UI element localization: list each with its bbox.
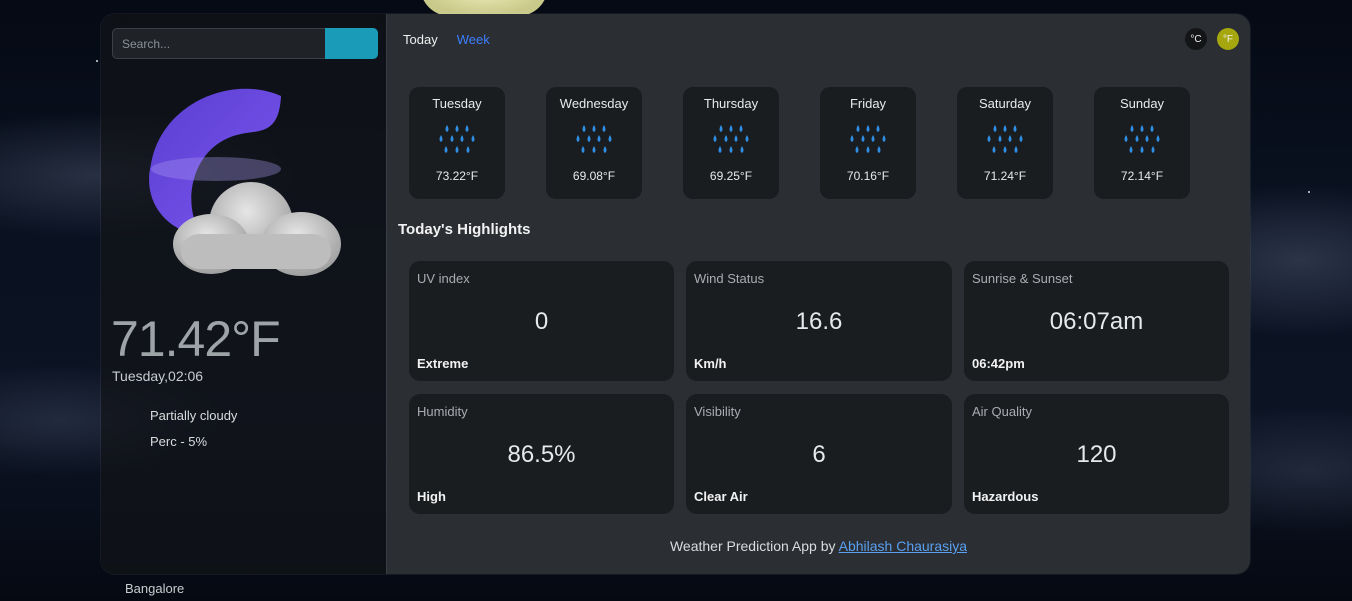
day-temp: 71.24°F (983, 169, 1027, 183)
highlight-value: 06:07am (1049, 308, 1144, 335)
highlight-card: Wind Status 16.6 Km/h (686, 261, 952, 381)
view-tabs: Today Week (403, 32, 490, 47)
rain-icon (439, 125, 475, 153)
location-label: Bangalore (125, 581, 185, 596)
rain-icon (1124, 125, 1160, 153)
highlight-subtext: High (417, 489, 446, 504)
weather-app: 71.42°F Tuesday,02:06 Partially cloudy P… (101, 14, 1250, 574)
highlight-subtext: Hazardous (972, 489, 1039, 504)
highlight-value: 86.5% (507, 441, 576, 468)
day-card[interactable]: Wednesday 69.08°F (546, 87, 642, 199)
day-temp: 69.08°F (572, 169, 616, 183)
footer-text: Weather Prediction App by (669, 538, 836, 554)
day-temp: 69.25°F (709, 169, 753, 183)
background-star (1308, 191, 1310, 193)
highlight-title: Humidity (417, 404, 468, 419)
highlight-value: 0 (534, 308, 549, 335)
highlights-title: Today's Highlights (398, 221, 531, 238)
day-name: Sunday (1119, 96, 1165, 111)
highlight-value: 6 (812, 441, 826, 468)
search-input[interactable] (112, 28, 325, 59)
current-datetime: Tuesday,02:06 (112, 368, 204, 384)
background-star (96, 60, 98, 62)
current-temperature: 71.42°F (111, 311, 281, 367)
day-card[interactable]: Friday 70.16°F (820, 87, 916, 199)
tab-today[interactable]: Today (403, 32, 438, 47)
day-name: Wednesday (559, 96, 629, 111)
search-bar (112, 28, 378, 59)
footer: Weather Prediction App by Abhilash Chaur… (387, 538, 1250, 554)
celsius-button[interactable]: °C (1185, 28, 1207, 50)
highlight-card: Visibility 6 Clear Air (686, 394, 952, 514)
day-card[interactable]: Sunday 72.14°F (1094, 87, 1190, 199)
weekly-forecast: Tuesday 73.22°F Wednesday 69.08°F Thursday 69… (409, 87, 1190, 199)
highlight-title: Visibility (694, 404, 741, 419)
day-temp: 73.22°F (435, 169, 479, 183)
day-name: Saturday (978, 96, 1032, 111)
highlight-subtext: Extreme (417, 356, 469, 371)
highlight-subtext: Clear Air (694, 489, 748, 504)
highlight-title: Sunrise & Sunset (972, 271, 1073, 286)
weather-condition: Partially cloudy (150, 408, 238, 423)
fahrenheit-button[interactable]: °F (1217, 28, 1239, 50)
day-temp: 72.14°F (1120, 169, 1164, 183)
unit-toggle: °C °F (1185, 28, 1239, 50)
day-card[interactable]: Saturday 71.24°F (957, 87, 1053, 199)
precipitation: Perc - 5% (150, 434, 208, 449)
day-temp: 70.16°F (846, 169, 890, 183)
highlight-card: UV index 0 Extreme (409, 261, 674, 381)
rain-icon (576, 125, 612, 153)
search-button[interactable] (325, 28, 378, 59)
rain-icon (987, 125, 1023, 153)
rain-icon (850, 125, 886, 153)
highlight-title: UV index (417, 271, 470, 286)
highlight-subtext: 06:42pm (972, 356, 1025, 371)
moon-cloud-icon (149, 88, 341, 276)
highlight-value: 120 (1076, 441, 1117, 468)
day-name: Tuesday (432, 96, 482, 111)
day-name: Thursday (703, 96, 759, 111)
highlight-card: Air Quality 120 Hazardous (964, 394, 1229, 514)
main-panel: Today Week °C °F Tuesday 73.22°F Wednesday… (387, 14, 1250, 574)
highlight-card: Humidity 86.5% High (409, 394, 674, 514)
day-card[interactable]: Tuesday 73.22°F (409, 87, 505, 199)
day-card[interactable]: Thursday 69.25°F (683, 87, 779, 199)
highlight-card: Sunrise & Sunset 06:07am 06:42pm (964, 261, 1229, 381)
highlight-title: Wind Status (694, 271, 765, 286)
day-name: Friday (849, 96, 887, 111)
highlight-title: Air Quality (972, 404, 1032, 419)
sidebar: 71.42°F Tuesday,02:06 Partially cloudy P… (101, 14, 387, 574)
highlight-subtext: Km/h (694, 356, 727, 371)
rain-icon (713, 125, 749, 153)
author-link[interactable]: Abhilash Chaurasiya (839, 538, 967, 554)
highlights-grid: UV index 0 Extreme Wind Status 16.6 Km/h Sunri… (409, 261, 1229, 514)
tab-week[interactable]: Week (457, 32, 490, 47)
highlight-value: 16.6 (795, 308, 843, 335)
